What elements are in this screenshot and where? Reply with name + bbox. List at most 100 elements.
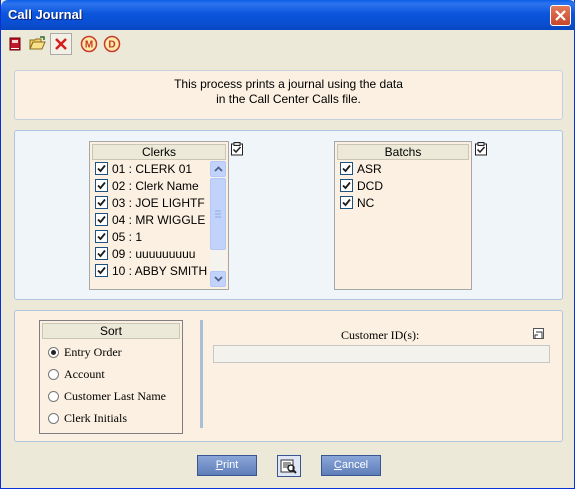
clipboard-check-icon [475, 142, 487, 156]
checkbox[interactable] [95, 264, 108, 277]
batchs-header: Batchs [337, 144, 469, 160]
sort-option-label: Entry Order [64, 345, 122, 359]
checkmark-icon [97, 198, 106, 207]
clerk-item[interactable]: 03 : JOE LIGHTF [90, 194, 208, 211]
checkbox[interactable] [340, 162, 353, 175]
clerk-item[interactable]: 09 : uuuuuuuuu [90, 245, 208, 262]
checkbox[interactable] [95, 213, 108, 226]
batch-item-label: DCD [357, 178, 383, 193]
chevron-down-icon [213, 276, 223, 282]
close-button[interactable] [550, 5, 571, 26]
open-button[interactable] [27, 33, 49, 55]
batch-item-label: NC [357, 195, 375, 210]
customer-id-input[interactable] [213, 345, 550, 363]
scroll-thumb[interactable] [210, 178, 226, 250]
clipboard-check-icon [231, 142, 243, 156]
clerk-item-label: 10 : ABBY SMITH [112, 263, 208, 278]
clerk-item[interactable]: 05 : 1 [90, 228, 208, 245]
customer-id-label: Customer ID(s): [341, 328, 420, 342]
select-all-clerks-button[interactable] [230, 142, 244, 156]
radio-button[interactable] [48, 413, 59, 424]
delete-button[interactable] [50, 33, 72, 55]
checkbox[interactable] [95, 162, 108, 175]
preview-button[interactable] [277, 455, 301, 477]
book-button[interactable] [4, 33, 26, 55]
radio-button[interactable] [48, 369, 59, 380]
sort-option-label: Customer Last Name [64, 389, 166, 403]
scroll-up-button[interactable] [210, 161, 226, 177]
clerk-item[interactable]: 10 : ABBY SMITH [90, 262, 208, 279]
batch-item[interactable]: NC [335, 194, 465, 211]
print-label: rint [223, 459, 239, 471]
divider [200, 320, 203, 428]
description-text: This process prints a journal using the … [15, 77, 562, 107]
cancel-button[interactable]: Cancel [321, 455, 381, 476]
toolbar: M D [4, 33, 123, 55]
cancel-label: ancel [341, 459, 369, 471]
description-panel: This process prints a journal using the … [14, 70, 563, 120]
book-icon [9, 37, 21, 51]
grip-icon [215, 210, 221, 218]
checkmark-icon [97, 181, 106, 190]
select-all-batchs-button[interactable] [474, 142, 488, 156]
clerk-item-label: 01 : CLERK 01 [112, 161, 193, 176]
batch-item-label: ASR [357, 161, 382, 176]
checkbox[interactable] [95, 247, 108, 260]
checkbox[interactable] [95, 196, 108, 209]
call-journal-window: Call Journal M D This process prints a j… [0, 0, 575, 489]
title-bar[interactable]: Call Journal [1, 0, 575, 30]
checkmark-icon [97, 215, 106, 224]
clerk-item-label: 05 : 1 [112, 229, 143, 244]
checkbox[interactable] [340, 196, 353, 209]
chevron-up-icon [213, 166, 223, 172]
d-button[interactable]: D [101, 33, 123, 55]
clerks-list[interactable]: Clerks 01 : CLERK 01 02 : Clerk Name 03 … [89, 141, 229, 290]
description-line-1: This process prints a journal using the … [174, 77, 403, 91]
print-button[interactable]: Print [197, 455, 257, 476]
m-circle-icon: M [80, 35, 98, 53]
checkbox[interactable] [340, 179, 353, 192]
clerk-item-label: 03 : JOE LIGHTF [112, 195, 205, 210]
checkmark-icon [97, 232, 106, 241]
d-circle-icon: D [103, 35, 121, 53]
radio-button[interactable] [48, 391, 59, 402]
checkmark-icon [342, 181, 351, 190]
clerk-item-label: 02 : Clerk Name [112, 178, 199, 193]
sort-option-account[interactable]: Account [48, 367, 105, 382]
checkbox[interactable] [95, 179, 108, 192]
batchs-items: ASR DCD NC [335, 160, 465, 211]
clerks-scrollbar[interactable] [210, 161, 226, 287]
batchs-list[interactable]: Batchs ASR DCD NC [334, 141, 472, 290]
radio-button[interactable] [48, 347, 59, 358]
checkmark-icon [97, 266, 106, 275]
sort-option-label: Clerk Initials [64, 411, 127, 425]
batch-item[interactable]: DCD [335, 177, 465, 194]
description-line-2: in the Call Center Calls file. [216, 92, 361, 106]
batch-item[interactable]: ASR [335, 160, 465, 177]
sort-header: Sort [42, 323, 180, 339]
checkmark-icon [97, 249, 106, 258]
delete-icon [55, 38, 67, 50]
clerk-item[interactable]: 01 : CLERK 01 [90, 160, 208, 177]
customer-lookup-icon[interactable] [533, 328, 544, 339]
sort-option-entry-order[interactable]: Entry Order [48, 345, 122, 360]
sort-option-label: Account [64, 367, 105, 381]
clerks-items: 01 : CLERK 01 02 : Clerk Name 03 : JOE L… [90, 160, 208, 279]
clerk-item-label: 09 : uuuuuuuuu [112, 246, 196, 261]
open-folder-icon [29, 36, 46, 50]
print-mnemonic: P [215, 459, 224, 471]
sort-group: Sort Entry Order Account Customer Last N… [39, 320, 183, 434]
svg-text:M: M [85, 40, 93, 51]
checkmark-icon [342, 198, 351, 207]
checkbox[interactable] [95, 230, 108, 243]
clerks-header: Clerks [92, 144, 226, 160]
sort-option-customer-last-name[interactable]: Customer Last Name [48, 389, 166, 404]
sort-option-clerk-initials[interactable]: Clerk Initials [48, 411, 127, 426]
clerk-item[interactable]: 02 : Clerk Name [90, 177, 208, 194]
clerk-item-label: 04 : MR WIGGLE [112, 212, 206, 227]
m-button[interactable]: M [78, 33, 100, 55]
svg-text:D: D [108, 40, 115, 51]
scroll-down-button[interactable] [210, 271, 226, 287]
clerk-item[interactable]: 04 : MR WIGGLE [90, 211, 208, 228]
print-preview-icon [280, 459, 297, 474]
